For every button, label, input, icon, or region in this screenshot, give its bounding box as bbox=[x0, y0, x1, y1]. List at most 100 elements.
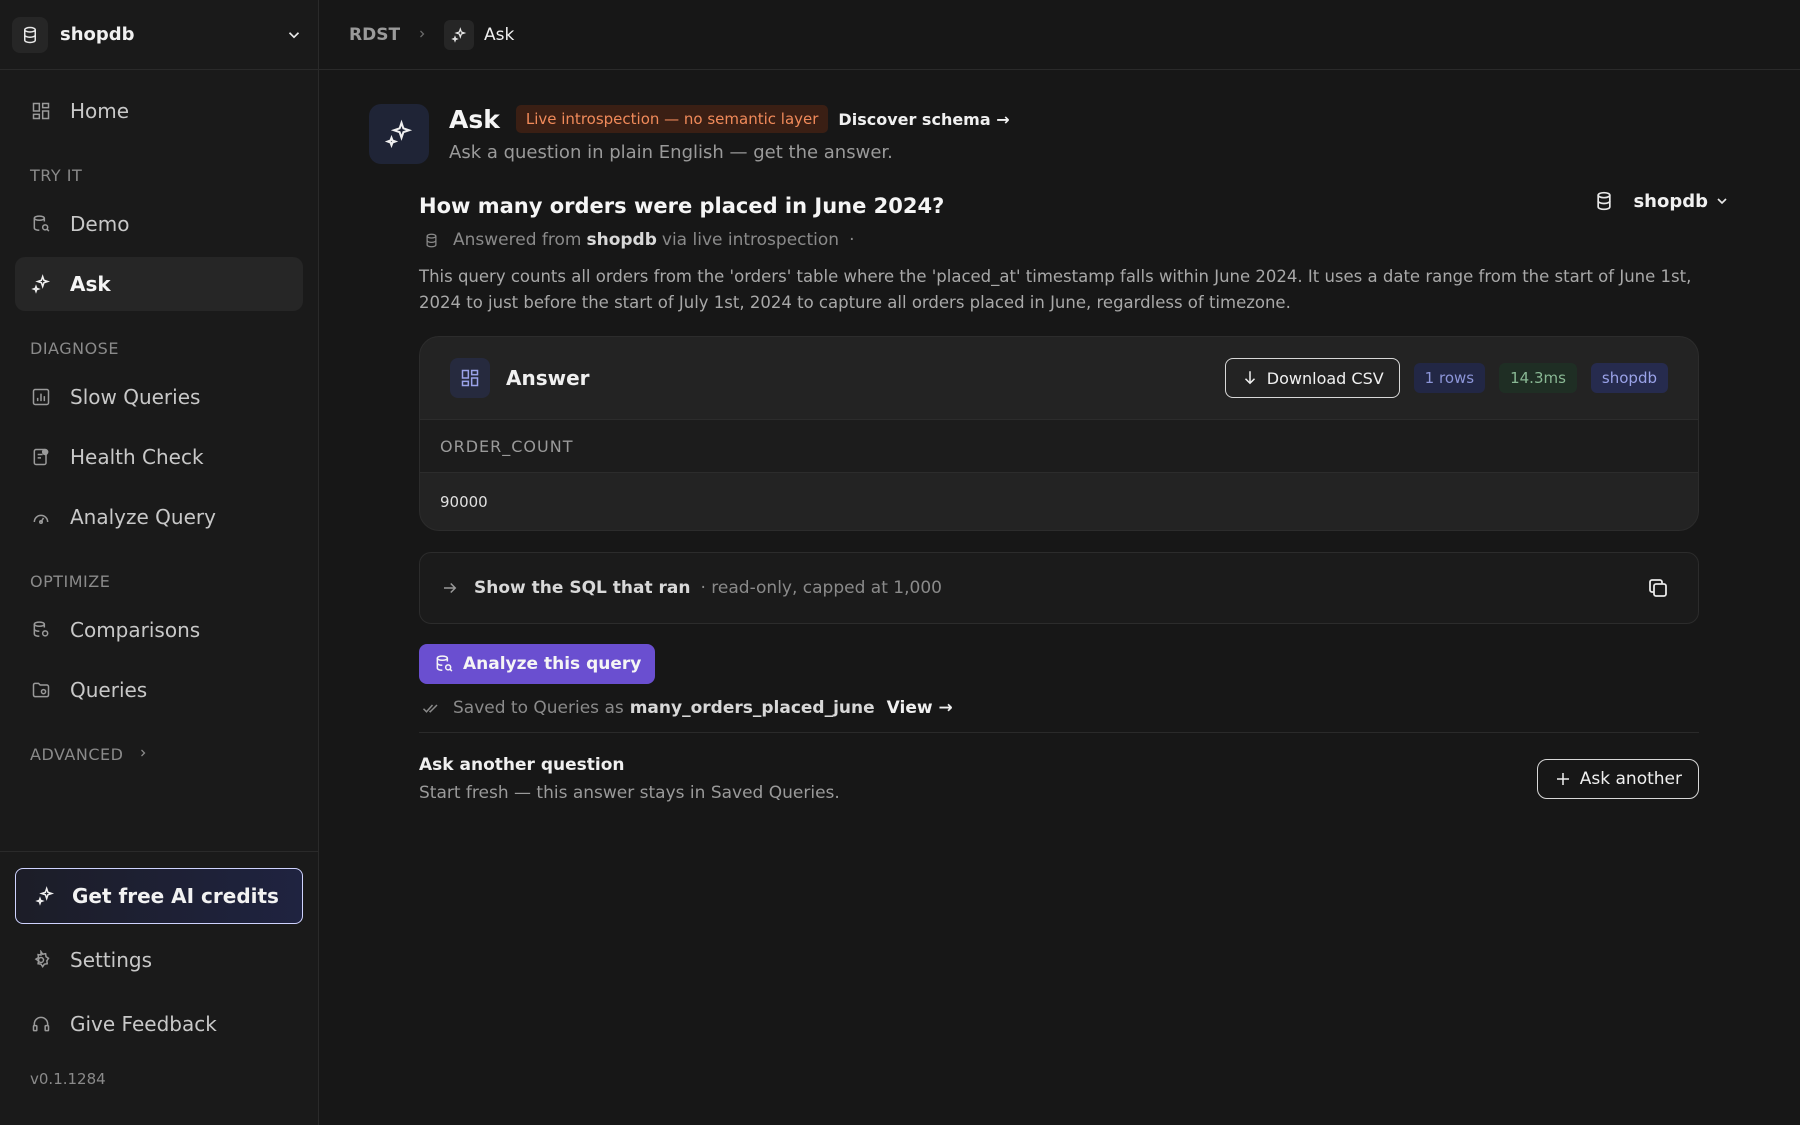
time-badge: 14.3ms bbox=[1499, 363, 1577, 393]
section-advanced-label: ADVANCED bbox=[30, 745, 124, 764]
sidebar-item-comparisons[interactable]: Comparisons bbox=[15, 603, 303, 657]
saved-prefix: Saved to Queries as bbox=[453, 698, 624, 718]
sidebar-item-label: Demo bbox=[70, 212, 130, 236]
status-badge: Live introspection — no semantic layer bbox=[515, 105, 829, 133]
title-row: Ask Live introspection — no semantic lay… bbox=[449, 102, 1789, 136]
headset-icon bbox=[30, 1013, 52, 1035]
answer-area: How many orders were placed in June 2024… bbox=[419, 194, 1699, 803]
bar-chart-icon bbox=[30, 386, 52, 408]
sidebar-item-label: Health Check bbox=[70, 445, 204, 469]
sidebar-nav: Home TRY IT Demo Ask DIAGNOSE Slow Queri… bbox=[0, 70, 318, 776]
table-cell: 90000 bbox=[440, 492, 488, 511]
sparkle-icon bbox=[444, 19, 475, 50]
sidebar-item-queries[interactable]: Queries bbox=[15, 663, 303, 717]
download-icon bbox=[1241, 369, 1259, 387]
chevron-right-icon bbox=[137, 747, 149, 763]
discover-schema-link[interactable]: Discover schema → bbox=[838, 110, 1009, 129]
breadcrumb-root[interactable]: RDST bbox=[349, 25, 400, 45]
sidebar: shopdb Home TRY IT Demo Ask DIAGNOSE Slo… bbox=[0, 0, 319, 1125]
sidebar-bottom: Get free AI credits Settings Give Feedba… bbox=[0, 851, 318, 1125]
sidebar-item-home[interactable]: Home bbox=[15, 84, 303, 138]
section-advanced[interactable]: ADVANCED bbox=[15, 723, 303, 776]
answer-card-title: Answer bbox=[506, 366, 590, 390]
database-name: shopdb bbox=[60, 24, 135, 45]
copy-icon[interactable] bbox=[1644, 574, 1672, 602]
app-window: shopdb Home TRY IT Demo Ask DIAGNOSE Slo… bbox=[0, 0, 1800, 1125]
database-icon bbox=[12, 16, 48, 53]
sidebar-item-label: Settings bbox=[70, 948, 153, 972]
ask-another-button[interactable]: Ask another bbox=[1536, 759, 1699, 799]
sidebar-item-health-check[interactable]: Health Check bbox=[15, 430, 303, 484]
table-row: 90000 bbox=[420, 473, 1698, 530]
page-title: Ask bbox=[449, 104, 500, 134]
saved-query-name: many_orders_placed_june bbox=[629, 698, 875, 718]
grid-icon bbox=[30, 100, 52, 122]
analyze-query-button[interactable]: Analyze this query bbox=[419, 644, 656, 684]
ask-another-heading: Ask another question bbox=[419, 755, 625, 775]
chevron-right-icon bbox=[416, 26, 428, 44]
saved-notice: Saved to Queries as many_orders_placed_j… bbox=[419, 698, 1699, 718]
ask-another-text: Ask another question Start fresh — this … bbox=[419, 755, 1537, 803]
question-text: How many orders were placed in June 2024… bbox=[419, 194, 945, 218]
table-column-header: ORDER_COUNT bbox=[420, 419, 1698, 473]
download-csv-label: Download CSV bbox=[1266, 368, 1384, 388]
sidebar-item-settings[interactable]: Settings bbox=[15, 932, 303, 988]
answer-card: Answer Download CSV 1 rows 14.3ms shopdb… bbox=[419, 336, 1699, 531]
app-version: v0.1.1284 bbox=[30, 1070, 106, 1088]
sidebar-item-slow-queries[interactable]: Slow Queries bbox=[15, 370, 303, 424]
download-csv-button[interactable]: Download CSV bbox=[1224, 358, 1400, 398]
answered-prefix: Answered from bbox=[453, 230, 582, 250]
show-sql-meta: · read-only, capped at 1,000 bbox=[700, 578, 942, 598]
section-try-it: TRY IT bbox=[30, 166, 83, 185]
plus-icon bbox=[1554, 770, 1572, 788]
double-check-icon bbox=[421, 698, 441, 718]
answer-card-header: Answer Download CSV 1 rows 14.3ms shopdb bbox=[420, 337, 1698, 419]
rows-badge: 1 rows bbox=[1413, 363, 1486, 393]
answered-from: Answered from shopdb via live introspect… bbox=[419, 230, 1699, 250]
sidebar-item-label: Queries bbox=[70, 678, 148, 702]
chevron-down-icon bbox=[1714, 193, 1730, 209]
folder-icon bbox=[30, 679, 52, 701]
sidebar-item-ask[interactable]: Ask bbox=[15, 257, 303, 311]
page-header: Ask Live introspection — no semantic lay… bbox=[369, 102, 1789, 164]
sparkle-icon bbox=[369, 104, 429, 164]
show-sql-label: Show the SQL that ran bbox=[474, 578, 691, 598]
sidebar-item-label: Ask bbox=[70, 272, 111, 296]
arrow-right-icon bbox=[440, 578, 460, 598]
page-titles: Ask Live introspection — no semantic lay… bbox=[449, 102, 1789, 164]
answered-db: shopdb bbox=[586, 230, 657, 250]
database-select[interactable]: shopdb bbox=[1593, 190, 1730, 212]
sidebar-item-demo[interactable]: Demo bbox=[15, 197, 303, 251]
sparkle-icon bbox=[30, 273, 52, 295]
database-search-icon bbox=[30, 213, 52, 235]
gear-icon bbox=[30, 949, 52, 971]
page-content: Ask Live introspection — no semantic lay… bbox=[319, 70, 1800, 803]
get-ai-credits-button[interactable]: Get free AI credits bbox=[15, 868, 303, 924]
clipboard-check-icon bbox=[30, 446, 52, 468]
breadcrumb: RDST Ask bbox=[319, 0, 1800, 70]
db-badge: shopdb bbox=[1590, 363, 1668, 393]
gauge-icon bbox=[30, 506, 52, 528]
database-select-value: shopdb bbox=[1633, 190, 1708, 212]
database-search-icon bbox=[433, 653, 455, 675]
page-subtitle: Ask a question in plain English — get th… bbox=[449, 142, 893, 163]
query-explanation: This query counts all orders from the 'o… bbox=[419, 267, 1692, 312]
answered-suffix: via live introspection bbox=[661, 230, 840, 250]
view-saved-link[interactable]: View → bbox=[887, 698, 953, 718]
divider bbox=[419, 732, 1699, 733]
ask-another-subtext: Start fresh — this answer stays in Saved… bbox=[419, 783, 840, 803]
get-ai-credits-label: Get free AI credits bbox=[72, 884, 279, 908]
main-panel: RDST Ask Ask Live introspection — no sem… bbox=[319, 0, 1800, 1125]
show-sql-toggle[interactable]: Show the SQL that ran · read-only, cappe… bbox=[419, 552, 1699, 624]
answered-dot: · bbox=[849, 230, 855, 250]
grid-icon bbox=[450, 358, 490, 398]
section-diagnose: DIAGNOSE bbox=[30, 339, 119, 358]
ask-another-label: Ask another bbox=[1579, 769, 1682, 789]
database-icon bbox=[423, 232, 439, 248]
sidebar-item-label: Slow Queries bbox=[70, 385, 201, 409]
database-switcher[interactable]: shopdb bbox=[0, 0, 318, 70]
sidebar-item-feedback[interactable]: Give Feedback bbox=[15, 996, 303, 1052]
sidebar-item-analyze-query[interactable]: Analyze Query bbox=[15, 490, 303, 544]
section-optimize: OPTIMIZE bbox=[30, 572, 111, 591]
database-icon bbox=[1593, 190, 1615, 212]
